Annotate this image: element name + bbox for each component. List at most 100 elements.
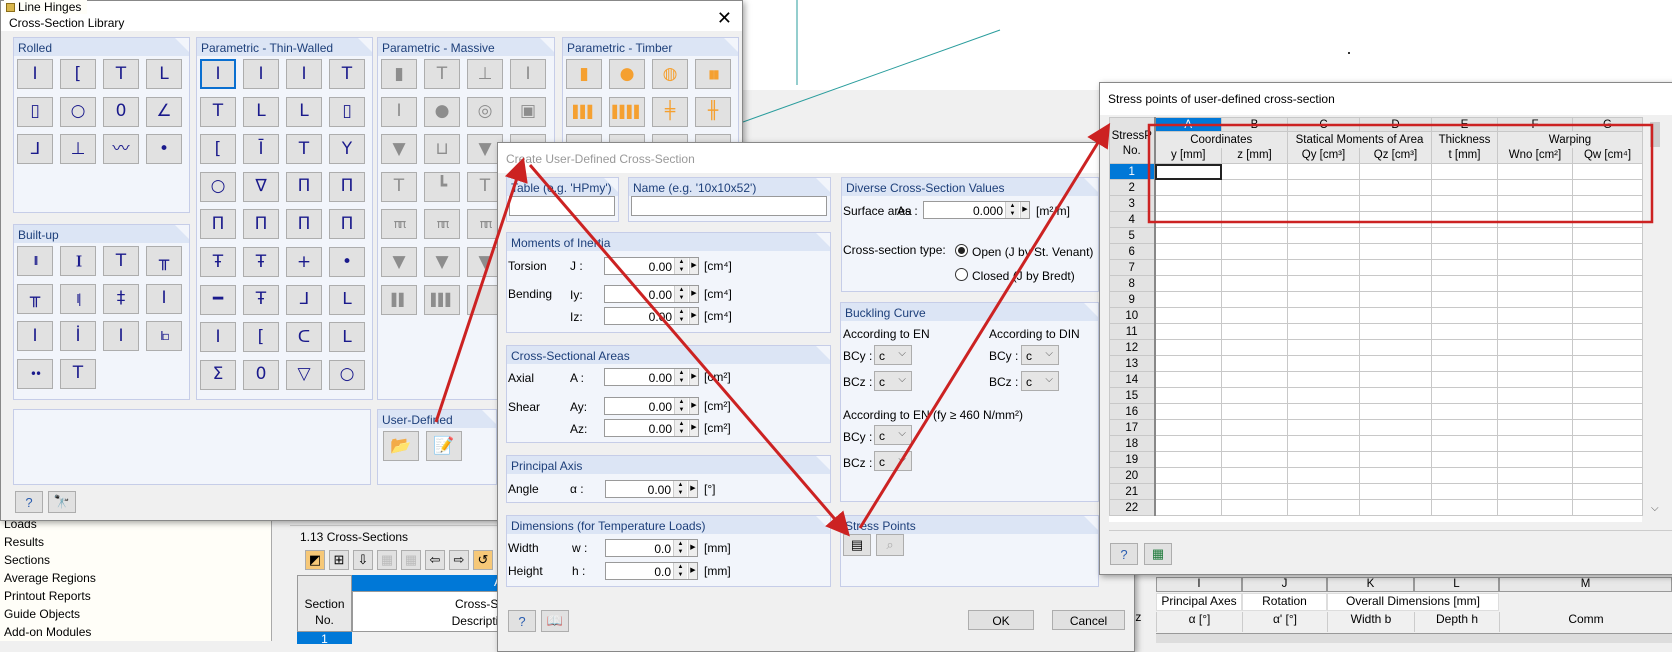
table-cell[interactable]: [1431, 339, 1498, 356]
table-cell[interactable]: [1431, 179, 1498, 196]
section-type-button-timber-6[interactable]: ▌▌▌▌: [609, 96, 645, 127]
section-type-button-builtup-12[interactable]: I▫: [146, 321, 182, 352]
radio-closed[interactable]: [955, 268, 968, 281]
table-cell[interactable]: [1359, 211, 1432, 228]
section-type-button-thin-17[interactable]: Π: [200, 209, 236, 240]
section-type-button-massive-1[interactable]: ▮: [381, 59, 417, 89]
stress-points-graphic-icon[interactable]: ⌕: [876, 534, 904, 556]
help-icon[interactable]: ?: [1110, 543, 1138, 565]
section-type-button-timber-3[interactable]: ◍: [652, 59, 688, 89]
table-cell[interactable]: [1287, 403, 1360, 420]
table-cell[interactable]: [1287, 195, 1360, 212]
spin-icon[interactable]: ▲ ▼: [674, 258, 688, 274]
column-letter[interactable]: E: [1431, 117, 1498, 132]
table-cell[interactable]: [1572, 451, 1643, 468]
section-type-button-thin-16[interactable]: Π: [329, 171, 365, 202]
arrow-right-icon[interactable]: ▶: [688, 481, 697, 497]
tree-item[interactable]: Sections: [4, 551, 96, 569]
bending-iz-input[interactable]: 0.00 ▲ ▼ ▶: [604, 307, 699, 325]
table-cell[interactable]: [1572, 371, 1643, 388]
table-cell[interactable]: [1497, 355, 1573, 372]
section-type-button-rolled-1[interactable]: I: [17, 59, 53, 89]
section-type-button-massive-25[interactable]: ▌▌: [381, 284, 417, 315]
table-cell[interactable]: [1287, 387, 1360, 404]
table-cell[interactable]: [1359, 435, 1432, 452]
section-type-button-rolled-12[interactable]: •: [146, 134, 182, 165]
section-type-button-massive-18[interactable]: ππ: [424, 209, 460, 240]
table-cell[interactable]: [1431, 451, 1498, 468]
section-type-button-thin-2[interactable]: I: [243, 59, 279, 89]
surface-area-input[interactable]: 0.000 ▲ ▼ ▶: [923, 201, 1030, 219]
table-cell[interactable]: [1359, 275, 1432, 292]
stress-points-edit-icon[interactable]: ▤: [843, 534, 871, 556]
table-cell[interactable]: [1497, 259, 1573, 276]
table-cell[interactable]: [1359, 419, 1432, 436]
section-type-button-massive-9[interactable]: ▼: [381, 134, 417, 165]
section-type-button-thin-12[interactable]: Y: [329, 134, 365, 165]
row-number[interactable]: 12: [1109, 339, 1156, 356]
table-cell[interactable]: [1431, 483, 1498, 500]
table-cell[interactable]: [1497, 467, 1573, 484]
binoculars-icon[interactable]: 🔭: [48, 491, 76, 513]
section-type-button-thin-23[interactable]: +: [286, 247, 322, 277]
section-type-button-massive-4[interactable]: I: [510, 59, 546, 89]
arrow-right-icon[interactable]: ▶: [689, 420, 698, 436]
section-type-button-thin-27[interactable]: ᒧ: [286, 284, 322, 315]
book-icon[interactable]: 📖: [541, 610, 569, 632]
row-number[interactable]: 22: [1109, 499, 1156, 516]
table-cell[interactable]: [1497, 483, 1573, 500]
section-type-button-thin-26[interactable]: Ŧ: [243, 284, 279, 315]
section-type-button-timber-2[interactable]: ●: [609, 59, 645, 89]
spin-icon[interactable]: ▲ ▼: [674, 398, 688, 414]
table-cell[interactable]: [1154, 163, 1222, 180]
section-type-button-thin-11[interactable]: T: [286, 134, 322, 165]
section-type-button-massive-7[interactable]: ◎: [467, 96, 503, 127]
table-cell[interactable]: [1572, 403, 1643, 420]
section-type-button-massive-21[interactable]: ▼: [381, 247, 417, 277]
arrow-right-icon[interactable]: ▶: [689, 286, 698, 302]
section-type-button-builtup-10[interactable]: İ: [60, 321, 96, 352]
table-cell[interactable]: [1572, 355, 1643, 372]
section-type-button-thin-7[interactable]: L: [286, 96, 322, 127]
table-cell[interactable]: [1359, 307, 1432, 324]
section-type-button-thin-36[interactable]: ○: [329, 359, 365, 390]
section-type-button-builtup-9[interactable]: I: [17, 321, 53, 352]
row-number[interactable]: 5: [1109, 227, 1156, 244]
table-cell[interactable]: [1154, 243, 1222, 260]
section-type-button-thin-21[interactable]: Ŧ: [200, 247, 236, 277]
spin-icon[interactable]: ▲ ▼: [674, 369, 688, 385]
table-cell[interactable]: [1497, 323, 1573, 340]
section-type-button-thin-30[interactable]: [: [243, 322, 279, 353]
table-cell[interactable]: [1154, 291, 1222, 308]
section-type-button-rolled-9[interactable]: ᒧ: [17, 134, 53, 165]
table-cell[interactable]: [1287, 243, 1360, 260]
section-type-button-builtup-8[interactable]: I: [146, 283, 182, 314]
table-cell[interactable]: [1287, 211, 1360, 228]
table-cell[interactable]: [1497, 163, 1573, 180]
table-cell[interactable]: [1221, 259, 1288, 276]
section-type-button-massive-10[interactable]: ⊔: [424, 134, 460, 165]
section-type-button-massive-22[interactable]: ▼: [424, 247, 460, 277]
din-bcy-select[interactable]: c ⌵: [1021, 345, 1059, 365]
table-cell[interactable]: [1287, 467, 1360, 484]
table-cell[interactable]: [1431, 291, 1498, 308]
row-number[interactable]: 16: [1109, 403, 1156, 420]
arrow-right-icon[interactable]: ▶: [689, 258, 698, 274]
table-cell[interactable]: [1154, 179, 1222, 196]
column-letter[interactable]: D: [1359, 117, 1432, 132]
section-type-button-builtup-1[interactable]: II: [17, 246, 53, 276]
section-type-button-thin-8[interactable]: ▯: [329, 96, 365, 127]
angle-input[interactable]: 0.00 ▲ ▼ ▶: [605, 480, 698, 498]
section-type-button-thin-33[interactable]: Σ: [200, 359, 236, 390]
table-cell[interactable]: [1221, 195, 1288, 212]
table-cell[interactable]: [1154, 275, 1222, 292]
table-cell[interactable]: [1572, 179, 1643, 196]
table-cell[interactable]: [1287, 307, 1360, 324]
section-type-button-builtup-7[interactable]: ‡: [103, 283, 139, 314]
section-type-button-rolled-2[interactable]: [: [60, 59, 96, 89]
table-cell[interactable]: [1287, 419, 1360, 436]
table-cell[interactable]: [1431, 227, 1498, 244]
name-input[interactable]: [631, 196, 827, 216]
section-type-button-timber-1[interactable]: ▮: [566, 59, 602, 89]
table-cell[interactable]: [1221, 467, 1288, 484]
